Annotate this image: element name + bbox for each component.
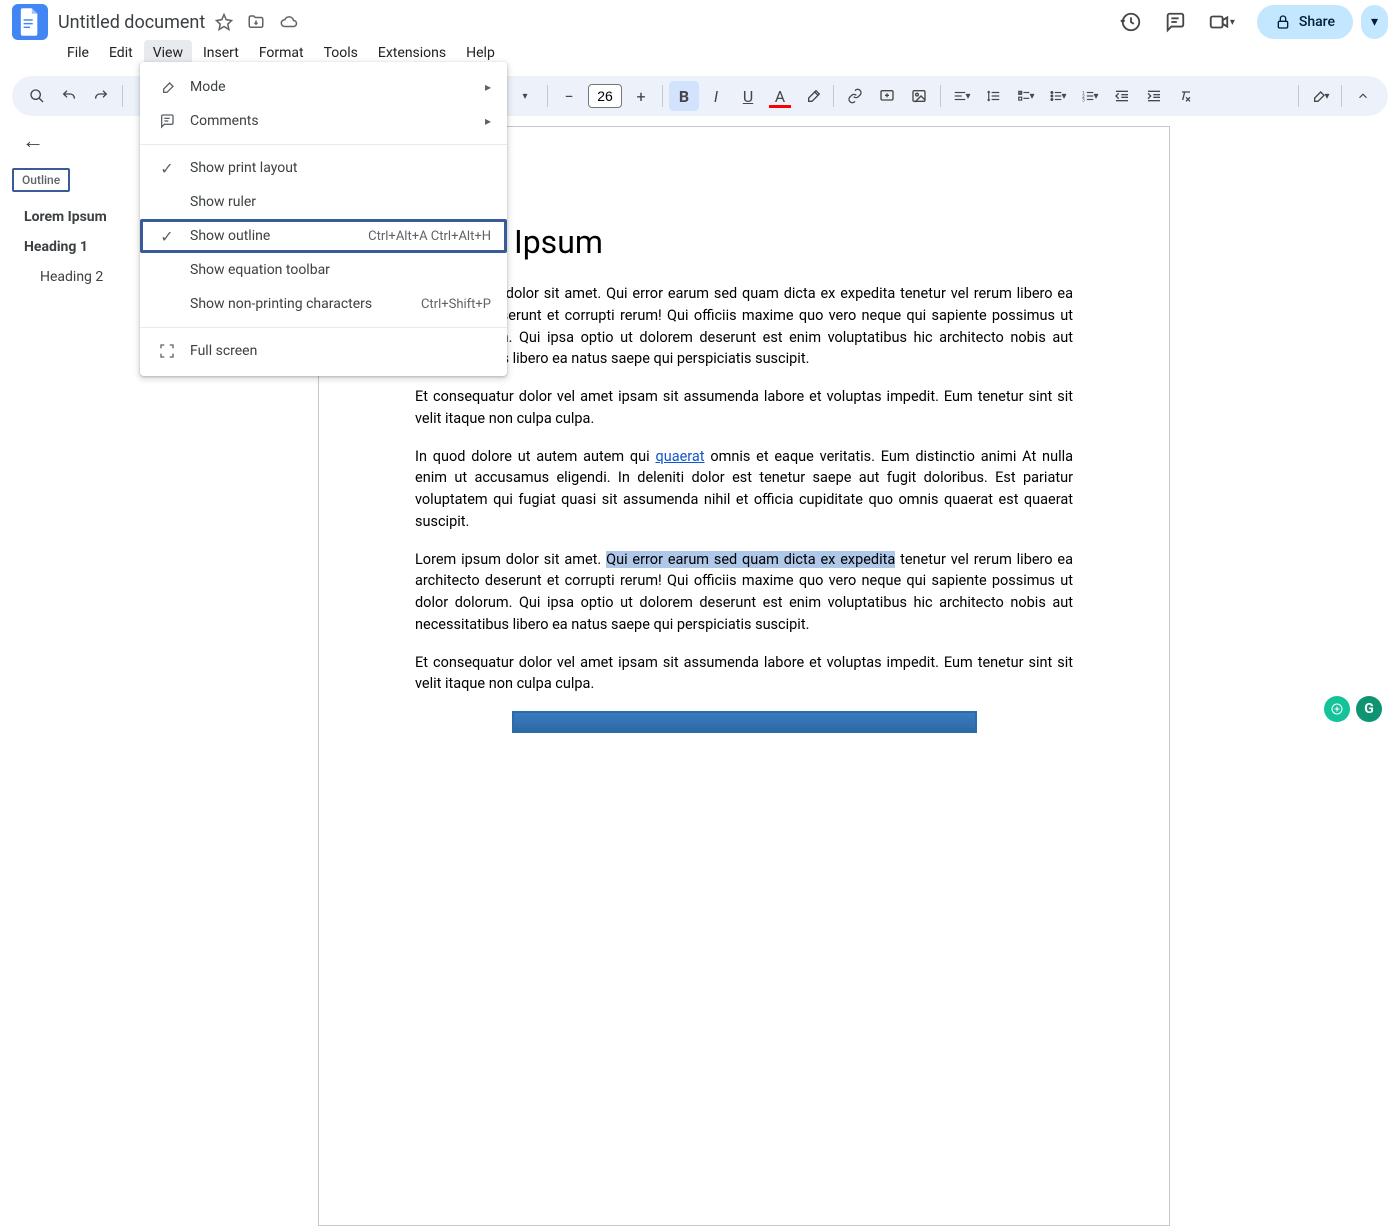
move-icon[interactable] [247,13,265,31]
check-icon: ✓ [156,159,178,178]
view-show-equation-toolbar[interactable]: Show equation toolbar [140,253,507,287]
star-icon[interactable] [215,13,233,31]
bulleted-list-dropdown[interactable]: ▾ [1043,81,1073,111]
text-color-button[interactable]: A [765,81,795,111]
increase-font-size[interactable]: + [626,81,656,111]
menu-file[interactable]: File [58,40,98,66]
grammarly-suggestion-icon[interactable] [1324,696,1350,722]
editing-mode-dropdown[interactable]: ▾ [1305,81,1335,111]
doc-heading-title[interactable]: Lorem Ipsum [415,223,1073,261]
collapse-toolbar-icon[interactable] [1348,81,1378,111]
share-button[interactable]: Share [1257,5,1353,39]
menu-edit[interactable]: Edit [100,40,142,66]
doc-paragraph[interactable]: Et consequatur dolor vel amet ipsam sit … [415,386,1073,430]
font-size-input[interactable] [588,84,622,108]
docs-app-icon[interactable] [12,4,48,40]
clear-formatting-icon[interactable] [1171,81,1201,111]
fullscreen-icon [156,343,178,359]
grammarly-widget[interactable]: G [1324,696,1382,722]
check-icon: ✓ [156,227,178,246]
view-mode[interactable]: Mode ▸ [140,70,507,104]
pencil-icon [156,79,178,95]
doc-image[interactable] [512,711,977,733]
doc-paragraph[interactable]: Et consequatur dolor vel amet ipsam sit … [415,652,1073,696]
view-show-outline[interactable]: ✓ Show outline Ctrl+Alt+A Ctrl+Alt+H [140,219,507,253]
decrease-font-size[interactable]: − [554,81,584,111]
submenu-arrow-icon: ▸ [485,114,491,128]
view-show-ruler[interactable]: Show ruler [140,185,507,219]
meet-button[interactable]: ▾ [1208,11,1235,33]
italic-button[interactable]: I [701,81,731,111]
share-caret[interactable]: ▾ [1361,5,1388,39]
document-title[interactable]: Untitled document [58,12,205,33]
undo-icon[interactable] [54,81,84,111]
comment-icon [156,113,178,129]
line-spacing-dropdown[interactable] [979,81,1009,111]
view-show-print-layout[interactable]: ✓ Show print layout [140,151,507,185]
cloud-status-icon[interactable] [279,13,299,31]
comments-icon[interactable] [1164,11,1186,33]
outline-label: Outline [12,168,70,192]
view-menu: Mode ▸ Comments ▸ ✓ Show print layout Sh… [140,62,507,376]
checklist-dropdown[interactable]: ▾ [1011,81,1041,111]
share-label: Share [1299,14,1335,30]
increase-indent-icon[interactable] [1139,81,1169,111]
insert-link-icon[interactable] [840,81,870,111]
svg-text:3: 3 [1083,97,1086,103]
selected-text[interactable]: Qui error earum sed quam dicta ex expedi… [606,551,895,568]
view-full-screen[interactable]: Full screen [140,334,507,368]
numbered-list-dropdown[interactable]: 123▾ [1075,81,1105,111]
redo-icon[interactable] [86,81,116,111]
search-menus-icon[interactable] [22,81,52,111]
doc-paragraph[interactable]: Lorem ipsum dolor sit amet. Qui error ea… [415,549,1073,636]
doc-paragraph[interactable]: In quod dolore ut autem autem qui quaera… [415,446,1073,533]
view-show-nonprinting[interactable]: Show non-printing characters Ctrl+Shift+… [140,287,507,321]
grammarly-icon[interactable]: G [1356,696,1382,722]
view-comments[interactable]: Comments ▸ [140,104,507,138]
underline-button[interactable]: U [733,81,763,111]
highlight-button[interactable] [797,81,827,111]
history-icon[interactable] [1120,11,1142,33]
font-dropdown[interactable]: ▾ [511,81,541,111]
bold-button[interactable]: B [669,81,699,111]
add-comment-icon[interactable] [872,81,902,111]
doc-paragraph[interactable]: Lorem ipsum dolor sit amet. Qui error ea… [415,283,1073,370]
insert-image-icon[interactable] [904,81,934,111]
doc-link[interactable]: quaerat [655,448,704,465]
decrease-indent-icon[interactable] [1107,81,1137,111]
align-dropdown[interactable]: ▾ [947,81,977,111]
submenu-arrow-icon: ▸ [485,80,491,94]
